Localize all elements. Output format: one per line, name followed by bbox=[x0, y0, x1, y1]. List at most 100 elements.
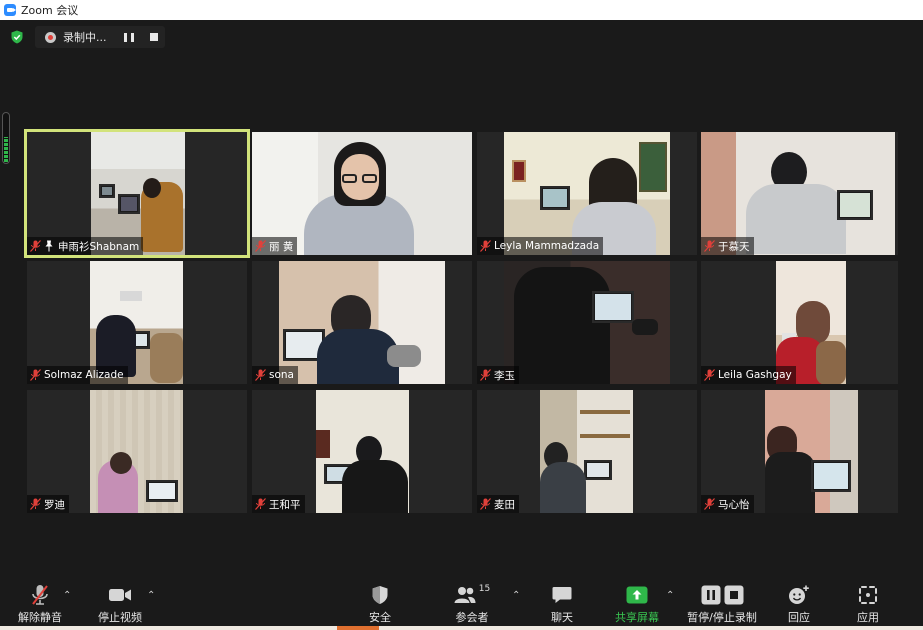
participants-button[interactable]: 15 参会者 bbox=[450, 584, 494, 625]
participant-video bbox=[765, 390, 858, 513]
pause-stop-recording-button[interactable]: 暂停/停止录制 bbox=[684, 584, 760, 625]
encryption-shield-icon[interactable] bbox=[10, 30, 24, 44]
participant-video bbox=[90, 390, 183, 513]
video-tile[interactable]: 王和平 bbox=[252, 390, 472, 513]
participant-name-tag: 王和平 bbox=[252, 495, 305, 513]
participants-options-chevron-icon[interactable]: ⌃ bbox=[512, 590, 520, 601]
stop-video-label: 停止视频 bbox=[98, 611, 142, 624]
emoji-plus-icon bbox=[789, 585, 809, 604]
audio-options-chevron-icon[interactable]: ⌃ bbox=[63, 590, 71, 601]
video-tile[interactable]: sona bbox=[252, 261, 472, 384]
apps-icon bbox=[859, 586, 877, 604]
mic-muted-icon bbox=[704, 498, 715, 510]
mic-muted-icon bbox=[480, 369, 491, 381]
video-tile[interactable]: Solmaz Alizade bbox=[27, 261, 247, 384]
participant-name: Solmaz Alizade bbox=[44, 369, 124, 381]
participant-name-tag: 于慕天 bbox=[701, 237, 754, 255]
participant-name: 申雨衫Shabnam bbox=[58, 240, 140, 253]
zoom-meeting-window: Zoom 会议 录制中... 申雨衫Shabnam 丽 黄 Leyla Mamm… bbox=[0, 0, 923, 630]
participant-name-tag: Leila Gashgay bbox=[701, 366, 796, 384]
participant-name: 李玉 bbox=[494, 369, 515, 382]
participant-name-tag: 罗迪 bbox=[27, 495, 69, 513]
participant-name: sona bbox=[269, 369, 294, 381]
participant-name-tag: 麦田 bbox=[477, 495, 519, 513]
participant-name: 麦田 bbox=[494, 498, 515, 511]
participant-video bbox=[504, 261, 670, 384]
recording-status: 录制中... bbox=[63, 31, 107, 44]
mic-muted-icon bbox=[480, 240, 491, 252]
video-camera-icon bbox=[109, 589, 131, 601]
zoom-logo-icon bbox=[4, 4, 16, 16]
video-tile[interactable]: 丽 黄 bbox=[252, 132, 472, 255]
mic-muted-icon bbox=[30, 240, 41, 252]
video-tile[interactable]: 申雨衫Shabnam bbox=[24, 129, 250, 258]
video-options-chevron-icon[interactable]: ⌃ bbox=[147, 590, 155, 601]
mic-muted-icon bbox=[255, 369, 266, 381]
apps-button[interactable]: 应用 bbox=[853, 584, 883, 625]
recording-dot-icon bbox=[45, 31, 56, 43]
chat-button[interactable]: 聊天 bbox=[546, 584, 578, 625]
participant-name-tag: sona bbox=[252, 366, 298, 384]
participant-name-tag: Solmaz Alizade bbox=[27, 366, 128, 384]
reactions-label: 回应 bbox=[788, 611, 810, 624]
mic-muted-icon bbox=[30, 498, 41, 510]
participants-count: 15 bbox=[478, 584, 491, 594]
participant-name: 马心怡 bbox=[718, 498, 750, 511]
pin-icon bbox=[45, 240, 53, 252]
participant-name-tag: 马心怡 bbox=[701, 495, 754, 513]
shield-icon bbox=[372, 586, 388, 604]
participant-name: 罗迪 bbox=[44, 498, 65, 511]
audio-level-meter bbox=[2, 112, 10, 164]
video-tile[interactable]: Leila Gashgay bbox=[701, 261, 898, 384]
taskbar-edge bbox=[0, 626, 923, 630]
mic-muted-icon bbox=[30, 369, 41, 381]
unmute-button[interactable]: 解除静音 bbox=[14, 584, 66, 625]
participant-video bbox=[316, 390, 409, 513]
pause-recording-icon[interactable] bbox=[124, 32, 134, 42]
stop-recording-icon[interactable] bbox=[150, 33, 158, 41]
gallery-view: 申雨衫Shabnam 丽 黄 Leyla Mammadzada 于慕天 Solm… bbox=[24, 129, 898, 515]
video-tile[interactable]: 罗迪 bbox=[27, 390, 247, 513]
chat-label: 聊天 bbox=[551, 611, 573, 624]
share-screen-button[interactable]: 共享屏幕 bbox=[612, 584, 662, 625]
window-title: Zoom 会议 bbox=[21, 4, 79, 17]
mic-muted-icon bbox=[255, 240, 266, 252]
mic-muted-icon bbox=[480, 498, 491, 510]
meeting-toolbar: 解除静音 ⌃ 停止视频 ⌃ 安全 15 参会者 ⌃ 聊天 共享屏幕 ⌃ 暂停/停… bbox=[0, 580, 923, 630]
share-screen-icon bbox=[626, 586, 648, 604]
unmute-label: 解除静音 bbox=[18, 611, 62, 624]
participant-name: 于慕天 bbox=[718, 240, 750, 253]
participant-name: Leila Gashgay bbox=[718, 369, 792, 381]
participant-name-tag: Leyla Mammadzada bbox=[477, 237, 604, 255]
video-tile[interactable]: Leyla Mammadzada bbox=[477, 132, 697, 255]
video-tile[interactable]: 马心怡 bbox=[701, 390, 898, 513]
stop-video-button[interactable]: 停止视频 bbox=[94, 584, 146, 625]
stop-recording-icon bbox=[724, 585, 743, 605]
participant-name: Leyla Mammadzada bbox=[494, 240, 600, 252]
pause-recording-icon bbox=[701, 585, 720, 605]
participant-name: 丽 黄 bbox=[269, 240, 294, 253]
participant-name-tag: 申雨衫Shabnam bbox=[27, 237, 144, 255]
participants-label: 参会者 bbox=[455, 611, 489, 624]
reactions-button[interactable]: 回应 bbox=[784, 584, 814, 625]
mic-muted-icon bbox=[704, 369, 715, 381]
security-button[interactable]: 安全 bbox=[360, 584, 400, 625]
participant-video bbox=[540, 390, 633, 513]
video-tile[interactable]: 于慕天 bbox=[701, 132, 898, 255]
participant-name-tag: 丽 黄 bbox=[252, 237, 298, 255]
share-screen-label: 共享屏幕 bbox=[615, 611, 659, 624]
video-tile[interactable]: 麦田 bbox=[477, 390, 697, 513]
participant-video bbox=[279, 261, 445, 384]
share-options-chevron-icon[interactable]: ⌃ bbox=[666, 590, 674, 601]
mic-muted-icon bbox=[255, 498, 266, 510]
participants-icon bbox=[454, 587, 476, 603]
title-bar: Zoom 会议 bbox=[0, 0, 923, 20]
recording-indicator: 录制中... bbox=[35, 26, 165, 48]
mic-muted-icon bbox=[704, 240, 715, 252]
pause-stop-recording-label: 暂停/停止录制 bbox=[687, 611, 757, 624]
participant-name-tag: 李玉 bbox=[477, 366, 519, 384]
participant-name: 王和平 bbox=[269, 498, 301, 511]
video-tile[interactable]: 李玉 bbox=[477, 261, 697, 384]
mic-muted-icon bbox=[32, 585, 48, 605]
apps-label: 应用 bbox=[857, 611, 879, 624]
